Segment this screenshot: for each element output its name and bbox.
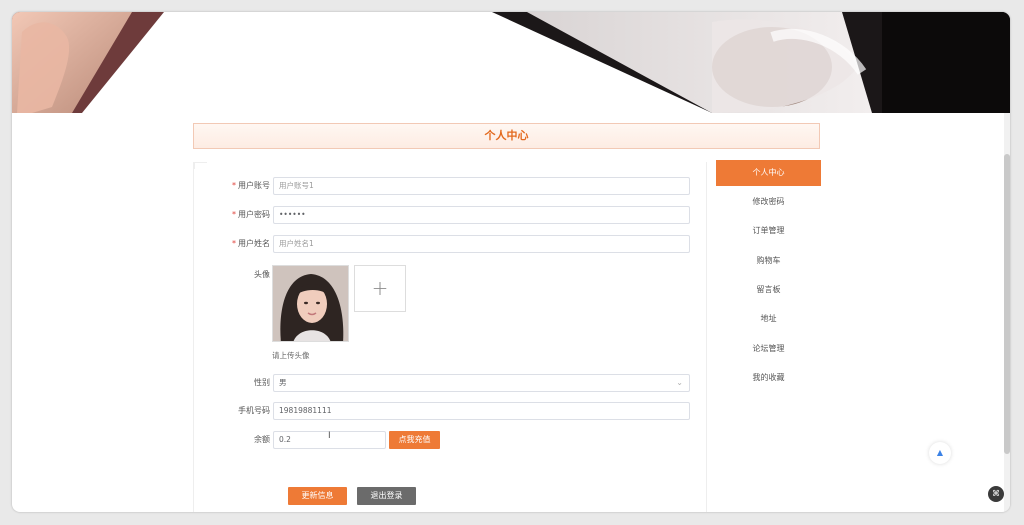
panel-corner [194,162,207,169]
name-row: * 用户姓名 用户姓名1 [194,234,706,254]
password-row: * 用户密码 •••••• [194,205,706,225]
password-label: * 用户密码 [232,210,270,219]
name-label: * 用户姓名 [232,239,270,248]
side-menu-item-address[interactable]: 地址 [716,306,821,332]
username-row: * 用户账号 用户账号1 [194,176,706,196]
scrollbar-thumb[interactable] [1004,154,1010,454]
phone-label: 手机号码 [238,406,270,415]
side-menu-item-change-password[interactable]: 修改密码 [716,189,821,215]
side-menu-item-orders[interactable]: 订单管理 [716,218,821,244]
gender-row: 性别 男 ⌄ [194,373,706,393]
banner-image [12,12,1010,113]
gender-label: 性别 [254,378,270,387]
phone-input[interactable]: 19819881111 [273,402,690,420]
plus-icon: + [371,276,389,300]
app-window: 个人中心 * 用户账号 用户账号1 * 用户密码 •••••• * 用户姓名 用户姓名… [12,12,1010,512]
avatar-upload-hint: 请上传头像 [272,351,310,360]
avatar-image [273,266,348,341]
avatar-row: 头像 [194,265,706,285]
gender-value: 男 [279,378,287,387]
text-cursor-icon: I [328,431,331,441]
required-mark: * [232,239,236,248]
arrow-up-icon: ▲ [936,448,944,457]
avatar-upload-button[interactable]: + [354,265,406,312]
page-title: 个人中心 [193,123,820,149]
header-banner [12,12,1010,113]
profile-form-panel: * 用户账号 用户账号1 * 用户密码 •••••• * 用户姓名 用户姓名1 头像 … [193,162,707,512]
recharge-button[interactable]: 点我充值 [389,431,440,449]
logout-button[interactable]: 退出登录 [357,487,416,505]
side-menu-item-message-board[interactable]: 留言板 [716,277,821,303]
avatar-label: 头像 [254,270,270,279]
gender-select[interactable]: 男 ⌄ [273,374,690,392]
scan-icon[interactable]: ⌘ [988,486,1004,502]
chevron-down-icon: ⌄ [676,378,683,387]
required-mark: * [232,210,236,219]
required-mark: * [232,181,236,190]
username-label: * 用户账号 [232,181,270,190]
username-input[interactable]: 用户账号1 [273,177,690,195]
balance-label: 余额 [254,435,270,444]
side-menu-item-favorites[interactable]: 我的收藏 [716,365,821,391]
side-menu-item-cart[interactable]: 购物车 [716,248,821,274]
password-input[interactable]: •••••• [273,206,690,224]
back-to-top-button[interactable]: ▲ [929,442,951,464]
side-menu-item-forum[interactable]: 论坛管理 [716,336,821,362]
update-info-button[interactable]: 更新信息 [288,487,347,505]
name-input[interactable]: 用户姓名1 [273,235,690,253]
balance-row: 余额 0.2 点我充值 [194,430,706,450]
side-menu-item-profile[interactable]: 个人中心 [716,160,821,186]
phone-row: 手机号码 19819881111 [194,401,706,421]
avatar-preview[interactable] [272,265,349,342]
